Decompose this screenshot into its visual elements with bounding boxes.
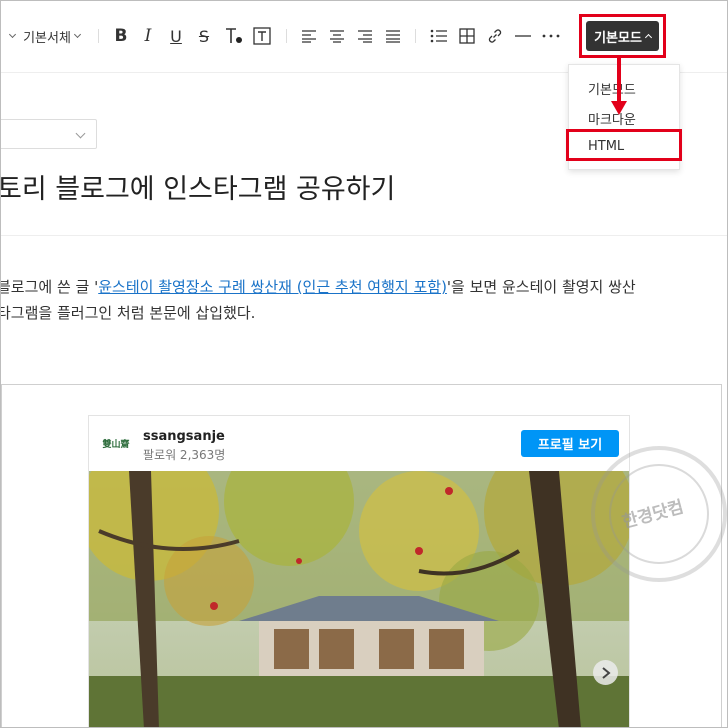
font-family-label: 기본서체 xyxy=(23,30,71,46)
text-background-icon[interactable] xyxy=(250,23,274,49)
strikethrough-icon[interactable]: S xyxy=(192,23,216,49)
body-paragraph-1[interactable]: 블로그에 쓴 글 '윤스테이 촬영장소 구례 쌍산재 (인근 추천 여행지 포함… xyxy=(0,276,636,297)
chevron-up-icon xyxy=(644,33,652,42)
html-option-highlight xyxy=(566,129,682,161)
chevron-down-icon xyxy=(9,30,17,38)
carousel-next-button[interactable] xyxy=(593,660,618,685)
editor-window: 기본서체 B I U S 기본모드 기본모드 마크다운 HTML 토리 블로그에… xyxy=(0,0,728,728)
text-color-icon[interactable] xyxy=(222,23,246,49)
instagram-username[interactable]: ssangsanje xyxy=(143,429,225,444)
para1-suffix: '을 보면 윤스테이 촬영지 쌍산 xyxy=(446,278,636,296)
chevron-right-icon xyxy=(601,666,611,679)
post-link[interactable]: 윤스테이 촬영장소 구례 쌍산재 (인근 추천 여행지 포함) xyxy=(98,278,447,296)
link-icon[interactable] xyxy=(484,23,506,49)
align-center-icon[interactable] xyxy=(326,23,348,49)
font-family-select[interactable]: 기본서체 xyxy=(1,23,89,49)
chevron-down-icon xyxy=(73,30,81,38)
instagram-photo[interactable] xyxy=(89,471,629,727)
toolbar-divider xyxy=(415,29,416,43)
editor-mode-button[interactable]: 기본모드 xyxy=(586,21,659,51)
post-title[interactable]: 토리 블로그에 인스타그램 공유하기 xyxy=(1,167,395,206)
mode-option-default[interactable]: 기본모드 xyxy=(588,79,636,98)
view-profile-button[interactable]: 프로필 보기 xyxy=(521,430,619,457)
align-justify-icon[interactable] xyxy=(382,23,404,49)
category-select[interactable] xyxy=(1,119,97,149)
horizontal-rule-icon[interactable] xyxy=(512,23,534,49)
watermark-seal: 한경닷컴 xyxy=(591,446,727,582)
annotation-arrow-head xyxy=(611,101,627,115)
more-icon[interactable] xyxy=(540,23,562,49)
bulleted-list-icon[interactable] xyxy=(428,23,450,49)
underline-icon[interactable]: U xyxy=(164,23,188,49)
toolbar-divider xyxy=(286,29,287,43)
chevron-down-icon xyxy=(75,128,86,139)
hanok-photo-illustration xyxy=(89,471,629,727)
mode-button-highlight: 기본모드 xyxy=(579,14,666,58)
para1-prefix: 블로그에 쓴 글 ' xyxy=(0,278,99,296)
table-icon[interactable] xyxy=(456,23,478,49)
profile-avatar[interactable]: 雙山齋 xyxy=(101,433,131,453)
body-paragraph-2[interactable]: 타그램을 플러그인 처럼 본문에 삽입했다. xyxy=(1,302,255,323)
italic-icon[interactable]: I xyxy=(136,23,160,49)
bold-icon[interactable]: B xyxy=(109,23,133,49)
annotation-arrow xyxy=(617,55,621,105)
editor-mode-label: 기본모드 xyxy=(594,30,642,46)
toolbar-divider xyxy=(98,29,99,43)
title-divider xyxy=(1,235,727,236)
align-left-icon[interactable] xyxy=(298,23,320,49)
follower-count: 팔로워 2,363명 xyxy=(143,448,226,462)
align-right-icon[interactable] xyxy=(354,23,376,49)
